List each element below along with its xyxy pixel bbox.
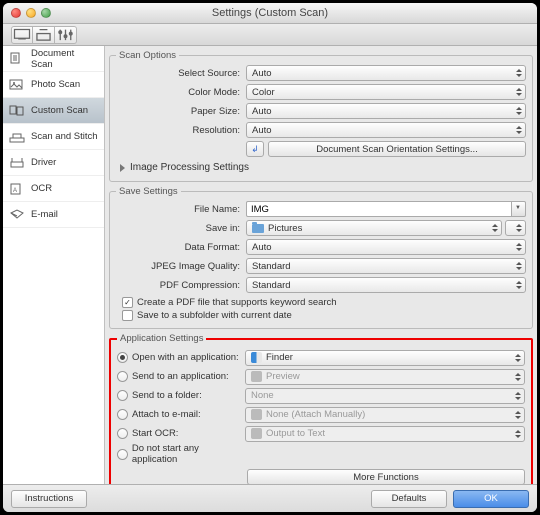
send-app-radio[interactable] <box>117 371 128 382</box>
no-start-radio[interactable] <box>117 449 128 460</box>
sidebar-item-photo-scan[interactable]: Photo Scan <box>3 72 104 98</box>
send-folder-radio[interactable] <box>117 390 128 401</box>
attach-email-dropdown[interactable]: None (Attach Manually) <box>245 407 525 423</box>
sidebar-item-scan-stitch[interactable]: Scan and Stitch <box>3 124 104 150</box>
open-with-dropdown[interactable]: Finder <box>245 350 525 366</box>
folder-icon <box>252 224 264 233</box>
save-in-dropdown[interactable]: Pictures <box>246 220 502 236</box>
ok-button[interactable]: OK <box>453 490 529 508</box>
scan-options-legend: Scan Options <box>116 50 179 61</box>
triangle-right-icon <box>120 164 125 172</box>
sidebar-item-email[interactable]: E-mail <box>3 202 104 228</box>
finder-icon <box>251 352 262 363</box>
sidebar-item-label: Document Scan <box>31 48 98 70</box>
photo-icon <box>9 78 25 92</box>
text-icon <box>251 428 262 439</box>
sidebar-item-document-scan[interactable]: Document Scan <box>3 46 104 72</box>
pdf-compression-dropdown[interactable]: Standard <box>246 277 526 293</box>
open-with-label: Open with an application: <box>132 352 239 363</box>
pdf-compression-label: PDF Compression: <box>116 280 246 291</box>
file-name-input[interactable] <box>246 201 512 217</box>
attach-email-label: Attach to e-mail: <box>132 409 201 420</box>
sidebar-item-custom-scan[interactable]: Custom Scan <box>3 98 104 124</box>
save-in-format-dropdown[interactable] <box>505 220 526 236</box>
titlebar: Settings (Custom Scan) <box>3 3 537 24</box>
content-pane: Scan Options Select Source:Auto Color Mo… <box>105 46 537 484</box>
mail-icon <box>251 409 262 420</box>
minimize-icon[interactable] <box>26 8 36 18</box>
sidebar-item-label: Custom Scan <box>31 105 88 116</box>
color-mode-dropdown[interactable]: Color <box>246 84 526 100</box>
save-settings-group: Save Settings File Name: Save in:Picture… <box>109 186 533 329</box>
application-settings-legend: Application Settings <box>117 333 206 344</box>
sidebar-item-label: Driver <box>31 157 56 168</box>
driver-icon <box>9 156 25 170</box>
send-folder-label: Send to a folder: <box>132 390 202 401</box>
send-folder-dropdown[interactable]: None <box>245 388 525 404</box>
save-settings-legend: Save Settings <box>116 186 181 197</box>
preview-icon <box>251 371 262 382</box>
scan-options-group: Scan Options Select Source:Auto Color Mo… <box>109 50 533 182</box>
create-pdf-checkbox[interactable] <box>122 297 133 308</box>
paper-size-dropdown[interactable]: Auto <box>246 103 526 119</box>
open-with-radio[interactable] <box>117 352 128 363</box>
create-pdf-label: Create a PDF file that supports keyword … <box>137 297 337 308</box>
data-format-label: Data Format: <box>116 242 246 253</box>
file-name-history-button[interactable] <box>512 201 526 217</box>
sidebar-item-label: Scan and Stitch <box>31 131 98 142</box>
color-mode-label: Color Mode: <box>116 87 246 98</box>
save-subfolder-label: Save to a subfolder with current date <box>137 310 292 321</box>
start-ocr-dropdown[interactable]: Output to Text <box>245 426 525 442</box>
orientation-reset-icon[interactable]: ↲ <box>246 141 264 157</box>
application-settings-group: Application Settings Open with an applic… <box>109 333 533 484</box>
sidebar-item-driver[interactable]: Driver <box>3 150 104 176</box>
toolbar-general-icon[interactable] <box>55 26 77 44</box>
start-ocr-label: Start OCR: <box>132 428 178 439</box>
send-app-dropdown[interactable]: Preview <box>245 369 525 385</box>
jpeg-quality-label: JPEG Image Quality: <box>116 261 246 272</box>
document-icon <box>9 52 25 66</box>
zoom-icon[interactable] <box>41 8 51 18</box>
image-processing-label: Image Processing Settings <box>130 162 249 173</box>
more-functions-button[interactable]: More Functions <box>247 469 525 484</box>
toolbar <box>3 24 537 46</box>
sidebar-item-ocr[interactable]: A OCR <box>3 176 104 202</box>
jpeg-quality-dropdown[interactable]: Standard <box>246 258 526 274</box>
instructions-button[interactable]: Instructions <box>11 490 87 508</box>
save-subfolder-checkbox[interactable] <box>122 310 133 321</box>
toolbar-scan-from-panel-icon[interactable] <box>33 26 55 44</box>
stitch-icon <box>9 130 25 144</box>
footer: Instructions Defaults OK <box>3 484 537 512</box>
svg-text:A: A <box>13 188 17 194</box>
send-app-label: Send to an application: <box>132 371 229 382</box>
no-start-label: Do not start any application <box>132 443 245 465</box>
select-source-dropdown[interactable]: Auto <box>246 65 526 81</box>
email-icon <box>9 208 25 222</box>
settings-window: Settings (Custom Scan) Document Scan Pho… <box>3 3 537 512</box>
close-icon[interactable] <box>11 8 21 18</box>
sidebar-item-label: Photo Scan <box>31 79 80 90</box>
resolution-dropdown[interactable]: Auto <box>246 122 526 138</box>
resolution-label: Resolution: <box>116 125 246 136</box>
attach-email-radio[interactable] <box>117 409 128 420</box>
save-in-label: Save in: <box>116 223 246 234</box>
window-title: Settings (Custom Scan) <box>3 7 537 19</box>
defaults-button[interactable]: Defaults <box>371 490 447 508</box>
orientation-settings-button[interactable]: Document Scan Orientation Settings... <box>268 141 526 157</box>
select-source-label: Select Source: <box>116 68 246 79</box>
toolbar-scan-from-pc-icon[interactable] <box>11 26 33 44</box>
paper-size-label: Paper Size: <box>116 106 246 117</box>
sidebar-item-label: OCR <box>31 183 52 194</box>
image-processing-disclosure[interactable]: Image Processing Settings <box>116 160 526 175</box>
sidebar-item-label: E-mail <box>31 209 58 220</box>
ocr-icon: A <box>9 182 25 196</box>
data-format-dropdown[interactable]: Auto <box>246 239 526 255</box>
sidebar: Document Scan Photo Scan Custom Scan Sca… <box>3 46 105 484</box>
start-ocr-radio[interactable] <box>117 428 128 439</box>
custom-icon <box>9 104 25 118</box>
file-name-label: File Name: <box>116 204 246 215</box>
